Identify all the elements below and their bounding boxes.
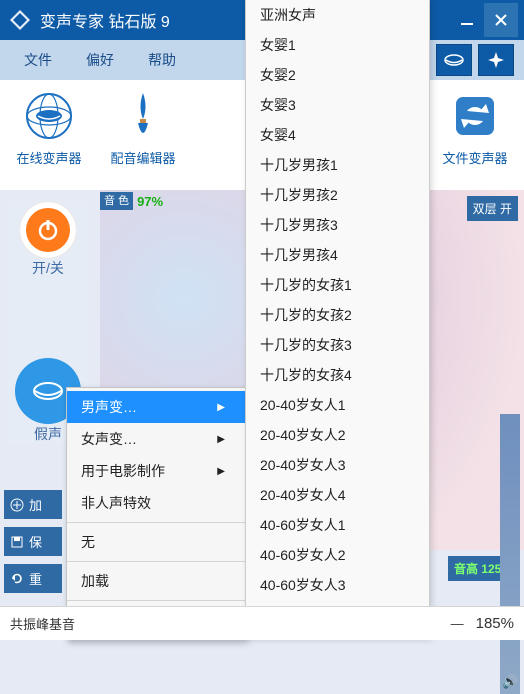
power-icon (35, 217, 61, 243)
voice-option[interactable]: 女婴2 (246, 60, 429, 90)
power-button[interactable] (20, 202, 76, 258)
tool-label: 在线变声器 (6, 144, 92, 167)
brush-icon (120, 89, 166, 143)
close-button[interactable] (484, 3, 518, 37)
zoom-minus[interactable]: — (451, 616, 464, 631)
menu-male-voice[interactable]: 男声变… (67, 391, 245, 423)
tone-label: 音 色 (100, 192, 133, 210)
tone-badge: 音 色 97% (100, 192, 163, 210)
voice-option[interactable]: 20-40岁女人1 (246, 390, 429, 420)
voice-option[interactable]: 十几岁的女孩1 (246, 270, 429, 300)
lips-icon[interactable] (436, 44, 472, 76)
left-action-buttons: 加 保 重 (4, 490, 62, 593)
voice-option[interactable]: 20-40岁女人3 (246, 450, 429, 480)
tool-file-voice[interactable]: 文件变声器 (432, 88, 518, 167)
voice-option[interactable]: 十几岁男孩2 (246, 180, 429, 210)
menu-help[interactable]: 帮助 (134, 44, 190, 76)
tool-dub-editor[interactable]: 配音编辑器 (100, 88, 186, 167)
voice-option[interactable]: 十几岁的女孩4 (246, 360, 429, 390)
tone-percent: 97% (137, 194, 163, 209)
voice-option[interactable]: 十几岁的女孩3 (246, 330, 429, 360)
tool-label: 配音编辑器 (100, 144, 186, 167)
vertical-slider[interactable]: 🔊 (500, 414, 520, 694)
voice-option[interactable]: 亚洲女声 (246, 0, 429, 30)
menu-load[interactable]: 加载 (67, 565, 245, 597)
refresh-icon (450, 91, 500, 141)
voice-option[interactable]: 40-60岁女人3 (246, 570, 429, 600)
speaker-icon: 🔊 (502, 674, 518, 690)
voice-option[interactable]: 女婴4 (246, 120, 429, 150)
layer-toggle[interactable]: 双层 开 (467, 196, 518, 221)
sparkle-icon[interactable] (478, 44, 514, 76)
voice-option[interactable]: 女婴3 (246, 90, 429, 120)
menu-female-voice[interactable]: 女声变… (67, 423, 245, 455)
lips-icon (31, 379, 65, 403)
app-icon (6, 6, 34, 34)
save-icon (10, 535, 24, 549)
menu-none[interactable]: 无 (67, 526, 245, 558)
voice-option[interactable]: 20-40岁女人2 (246, 420, 429, 450)
tool-online-voice[interactable]: 在线变声器 (6, 88, 92, 167)
menu-movie[interactable]: 用于电影制作 (67, 455, 245, 487)
voice-option[interactable]: 40-60岁女人1 (246, 510, 429, 540)
menu-file[interactable]: 文件 (10, 44, 66, 76)
voice-list-flyout: 亚洲女声女婴1女婴2女婴3女婴4十几岁男孩1十几岁男孩2十几岁男孩3十几岁男孩4… (245, 0, 430, 640)
refresh-icon (10, 572, 24, 586)
reset-button[interactable]: 重 (4, 564, 62, 593)
voice-option[interactable]: 40-60岁女人2 (246, 540, 429, 570)
menu-pref[interactable]: 偏好 (72, 44, 128, 76)
plus-circle-icon (10, 498, 24, 512)
voice-option[interactable]: 20-40岁女人4 (246, 480, 429, 510)
tool-label: 文件变声器 (432, 144, 518, 167)
footer-label: 共振峰基音 (10, 614, 75, 633)
voice-option[interactable]: 十几岁男孩4 (246, 240, 429, 270)
status-bar: 共振峰基音 — 185% (0, 606, 524, 640)
globe-lips-icon (22, 89, 76, 143)
voice-option[interactable]: 十几岁男孩3 (246, 210, 429, 240)
menu-nonhuman[interactable]: 非人声特效 (67, 487, 245, 519)
minimize-button[interactable] (450, 3, 484, 37)
save-button[interactable]: 保 (4, 527, 62, 556)
voice-option[interactable]: 十几岁的女孩2 (246, 300, 429, 330)
add-button[interactable]: 加 (4, 490, 62, 519)
zoom-value: 185% (476, 615, 514, 632)
context-menu: 男声变… 女声变… 用于电影制作 非人声特效 无 加载 更多 (66, 387, 246, 640)
voice-option[interactable]: 十几岁男孩1 (246, 150, 429, 180)
voice-option[interactable]: 女婴1 (246, 30, 429, 60)
power-label: 开/关 (20, 258, 76, 278)
